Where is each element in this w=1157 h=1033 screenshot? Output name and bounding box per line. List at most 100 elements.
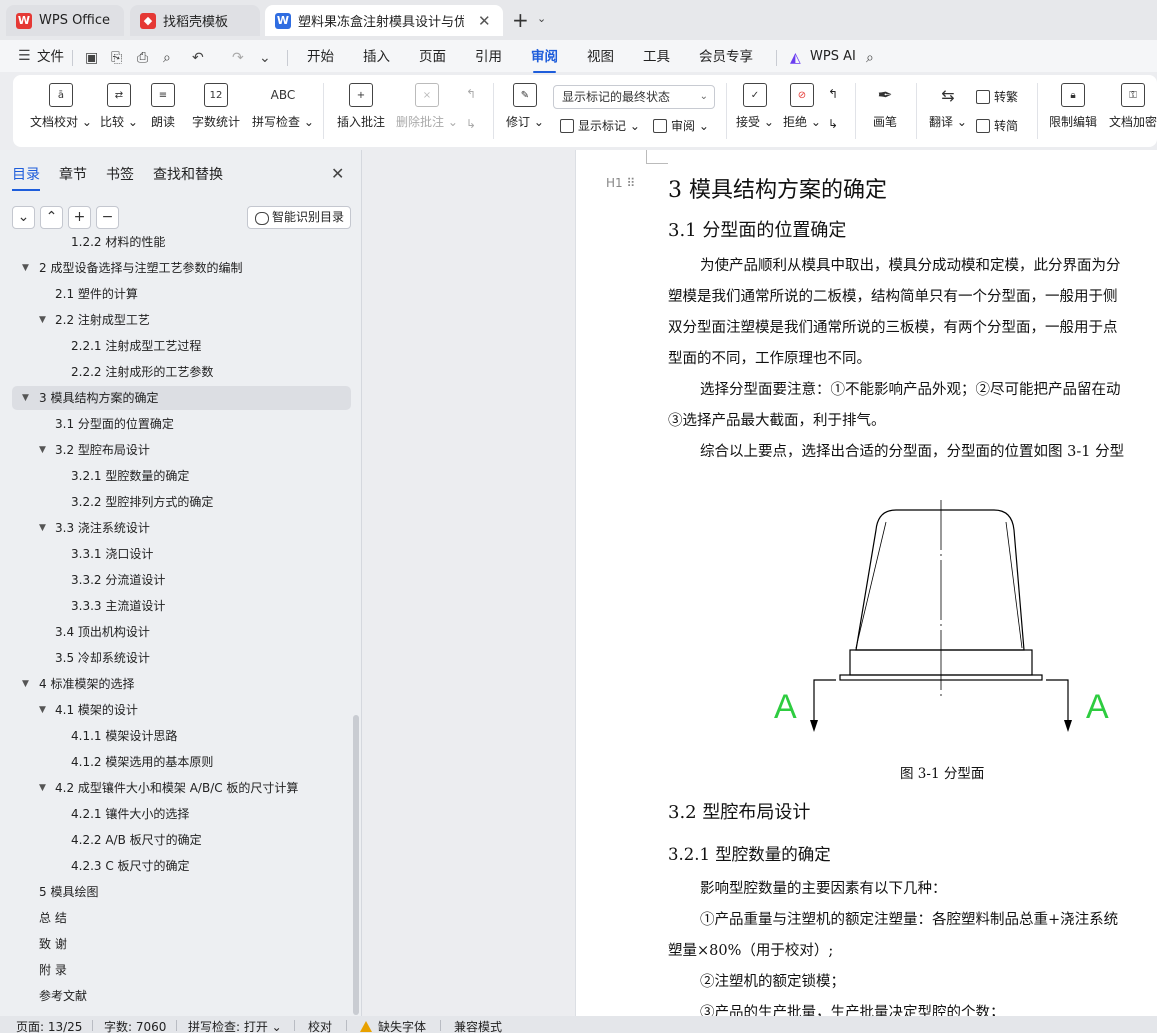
expand-arrow-icon[interactable]: ▼ [22,672,29,696]
nav-tab-bookmarks[interactable]: 书签 [106,164,134,184]
demote-minus-button[interactable]: − [96,206,119,229]
tab-docer-templates[interactable]: ◆ 找稻壳模板 [130,5,260,36]
next-comment-icon[interactable]: ↳ [466,117,476,131]
menu-references[interactable]: 引用 [475,46,502,68]
toc-item[interactable]: 4.1.1 模架设计思路 [12,724,351,748]
word-count-indicator[interactable]: 字数: 7060 [104,1018,166,1033]
new-tab-icon[interactable]: + [512,8,529,32]
search-icon[interactable]: ⌕ [866,50,874,66]
collapse-up-button[interactable]: ⌃ [40,206,63,229]
doc-check-button[interactable]: ā 文档校对 ⌄ [30,83,92,130]
toc-item[interactable]: 4.2.2 A/B 板尺寸的确定 [12,828,351,852]
missing-font-status[interactable]: 缺失字体 [360,1018,426,1033]
toc-item[interactable]: 3.2.1 型腔数量的确定 [12,464,351,488]
menu-membership[interactable]: 会员专享 [699,46,753,68]
toc-item[interactable]: 5 模具绘图 [12,880,351,904]
next-change-icon[interactable]: ↳ [828,117,838,131]
previous-change-icon[interactable]: ↰ [828,87,838,101]
accept-button[interactable]: ✓ 接受 ⌄ [736,83,774,130]
toc-item[interactable]: 4.2.1 镶件大小的选择 [12,802,351,826]
menu-insert[interactable]: 插入 [363,46,390,68]
toc-item[interactable]: ▼ 3 模具结构方案的确定 [12,386,351,410]
menu-wps-ai[interactable]: WPS AI [810,46,856,68]
expand-arrow-icon[interactable]: ▼ [39,516,46,540]
toc-item[interactable]: 致 谢 [12,932,351,956]
toc-item[interactable]: ▼ 4 标准模架的选择 [12,672,351,696]
wps-ai-icon[interactable]: ◭ [790,50,801,66]
toc-item[interactable]: 3.5 冷却系统设计 [12,646,351,670]
menu-review[interactable]: 审阅 [531,46,558,73]
toc-item[interactable]: 3.3.3 主流道设计 [12,594,351,618]
close-tab-icon[interactable]: ✕ [478,12,491,30]
translate-button[interactable]: ⇆ 翻译 ⌄ [929,83,967,130]
read-aloud-button[interactable]: ≡ 朗读 [151,83,175,130]
toc-item[interactable]: 总 结 [12,906,351,930]
track-changes-button[interactable]: ✎ 修订 ⌄ [506,83,544,130]
toc-item[interactable]: 4.2.3 C 板尺寸的确定 [12,854,351,878]
menu-view[interactable]: 视图 [587,46,614,68]
expand-arrow-icon[interactable]: ▼ [39,308,46,332]
smart-toc-button[interactable]: 智能识别目录 [247,206,351,229]
promote-plus-button[interactable]: + [68,206,91,229]
heading-marker[interactable]: H1 ⠿ [606,176,635,190]
toc-item[interactable]: 3.3.1 浇口设计 [12,542,351,566]
expand-arrow-icon[interactable]: ▼ [39,698,46,722]
expand-arrow-icon[interactable]: ▼ [22,256,29,280]
nav-tab-chapters[interactable]: 章节 [59,164,87,184]
toc-item[interactable]: ▼ 3.3 浇注系统设计 [12,516,351,540]
toc-item[interactable]: 参考文献 [12,984,351,1008]
previous-comment-icon[interactable]: ↰ [466,87,476,101]
toc-item[interactable]: ▼ 3.2 型腔布局设计 [12,438,351,462]
pen-button[interactable]: ✒ 画笔 [873,83,897,130]
tab-wps-office[interactable]: W WPS Office [6,5,124,36]
toc-item[interactable]: 3.4 顶出机构设计 [12,620,351,644]
print-preview-icon[interactable]: ⌕ [163,50,171,66]
save-icon[interactable]: ▣ [85,50,98,66]
expand-arrow-icon[interactable]: ▼ [39,776,46,800]
page-indicator[interactable]: 页面: 13/25 [16,1018,82,1033]
show-markup-button[interactable]: 显示标记 ⌄ [560,117,640,134]
toc-item[interactable]: 3.1 分型面的位置确定 [12,412,351,436]
to-simplified-button[interactable]: 转简 [976,117,1018,134]
proofread-status[interactable]: 校对 [308,1018,332,1033]
undo-icon[interactable]: ↶ [192,50,204,66]
toc-item[interactable]: ▼ 4.1 模架的设计 [12,698,351,722]
reject-button[interactable]: ⊘ 拒绝 ⌄ [783,83,821,130]
export-icon[interactable]: ⎘ [111,50,122,66]
menu-tools[interactable]: 工具 [643,46,670,68]
markup-state-select[interactable]: 显示标记的最终状态 ⌄ [553,85,715,109]
toc-item[interactable]: 2.1 塑件的计算 [12,282,351,306]
spell-check-button[interactable]: ABC 拼写检查 ⌄ [252,83,314,130]
hamburger-menu-icon[interactable]: ☰ [18,48,31,64]
toc-item[interactable]: 4.1.2 模架选用的基本原则 [12,750,351,774]
redo-icon[interactable]: ↷ [232,50,244,66]
nav-tab-find-replace[interactable]: 查找和替换 [153,164,223,184]
toc-item[interactable]: ▼ 2.2 注射成型工艺 [12,308,351,332]
expand-arrow-icon[interactable]: ▼ [22,386,29,410]
word-count-button[interactable]: 12 字数统计 [192,83,240,130]
toc-item[interactable]: 3.3.2 分流道设计 [12,568,351,592]
delete-comment-button[interactable]: × 删除批注 ⌄ [396,83,458,130]
doc-encrypt-button[interactable]: ⚿ 文档加密 [1109,83,1157,130]
menu-home[interactable]: 开始 [307,46,334,68]
spell-check-status[interactable]: 拼写检查: 打开 ⌄ [188,1018,282,1033]
toc-item[interactable]: 2.2.2 注射成形的工艺参数 [12,360,351,384]
quick-access-more-icon[interactable]: ⌄ [259,50,271,66]
compare-button[interactable]: ⇄ 比较 ⌄ [100,83,138,130]
insert-comment-button[interactable]: + 插入批注 [337,83,385,130]
toc-item[interactable]: ▼ 2 成型设备选择与注塑工艺参数的编制 [12,256,351,280]
toc-item[interactable]: 3.2.2 型腔排列方式的确定 [12,490,351,514]
menu-page[interactable]: 页面 [419,46,446,68]
toc-item[interactable]: ▼ 4.2 成型镶件大小和模架 A/B/C 板的尺寸计算 [12,776,351,800]
toc-item[interactable]: 2.2.1 注射成型工艺过程 [12,334,351,358]
print-icon[interactable]: ⎙ [137,50,148,66]
to-traditional-button[interactable]: 转繁 [976,88,1018,105]
restrict-edit-button[interactable]: 🔒︎ 限制编辑 [1049,83,1097,130]
toc-item[interactable]: 1.2.2 材料的性能 [12,236,351,254]
nav-tab-toc[interactable]: 目录 [12,164,40,191]
toc-item[interactable]: 附 录 [12,958,351,982]
close-icon[interactable]: ✕ [331,164,344,183]
expand-down-button[interactable]: ⌄ [12,206,35,229]
chevron-down-icon[interactable]: ⌄ [537,12,546,25]
expand-arrow-icon[interactable]: ▼ [39,438,46,462]
